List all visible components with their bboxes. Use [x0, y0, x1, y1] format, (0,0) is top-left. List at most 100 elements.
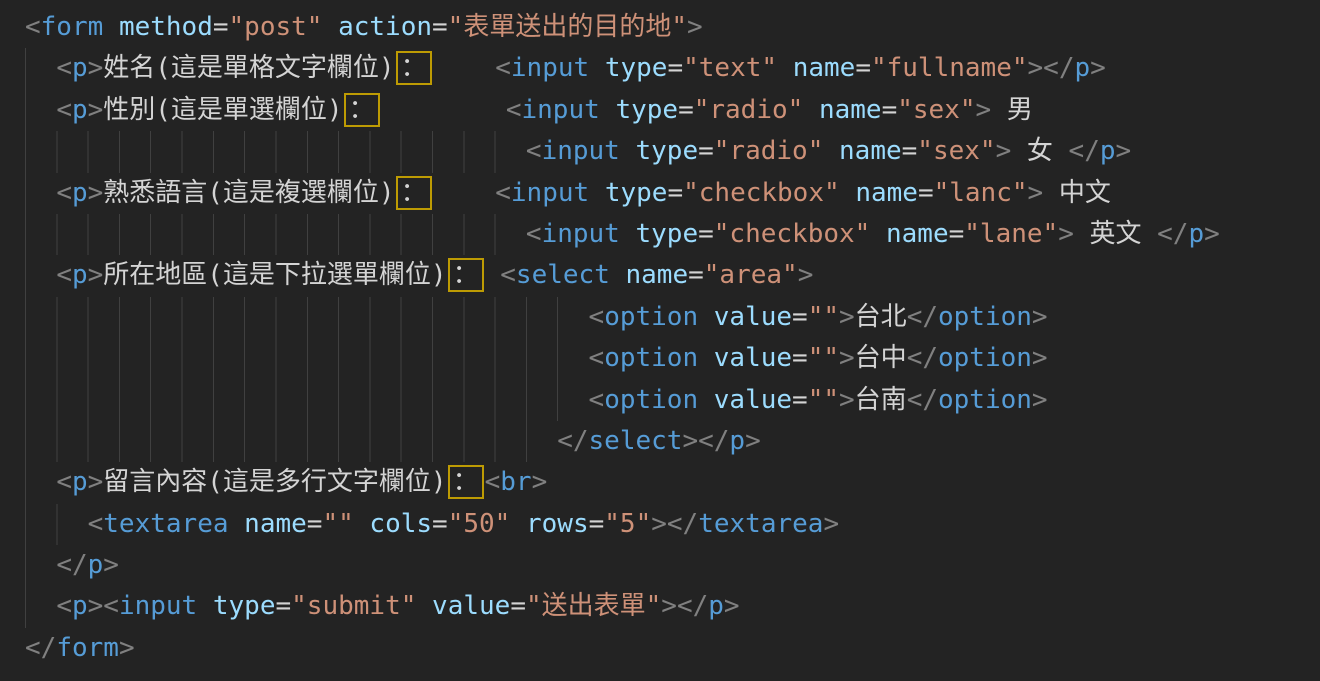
- code-line[interactable]: <p>姓名(這是單格文字欄位)： <input type="text" name…: [25, 48, 1320, 89]
- token-tag: input: [522, 95, 600, 125]
- token-punct: <: [56, 95, 72, 125]
- token-punct: </: [907, 385, 938, 415]
- code-line[interactable]: <p>留言內容(這是多行文字欄位)：<br>: [25, 462, 1320, 503]
- token-eq: =: [667, 53, 683, 83]
- code-line[interactable]: </select></p>: [25, 421, 1320, 462]
- token-punct: >: [88, 260, 104, 290]
- code-line[interactable]: <p>性別(這是單選欄位)： <input type="radio" name=…: [25, 90, 1320, 131]
- token-text: [381, 95, 506, 125]
- token-punct: >: [1032, 302, 1048, 332]
- unicode-highlight-box: ：: [396, 176, 432, 210]
- token-punct: </: [1157, 219, 1188, 249]
- token-punct: >: [1028, 53, 1044, 83]
- code-line[interactable]: <p>熟悉語言(這是複選欄位)： <input type="checkbox" …: [25, 173, 1320, 214]
- code-line-content: <p>所在地區(這是下拉選單欄位)： <select name="area">: [25, 260, 813, 290]
- token-tag: option: [938, 385, 1032, 415]
- token-text: 女: [1011, 136, 1068, 166]
- token-str: "sex": [917, 136, 995, 166]
- code-line[interactable]: <option value="">台中</option>: [25, 338, 1320, 379]
- token-text: [698, 385, 714, 415]
- token-punct: <: [526, 219, 542, 249]
- token-text: [777, 53, 793, 83]
- token-punct: >: [88, 53, 104, 83]
- token-text: 所在地區(這是下拉選單欄位): [103, 260, 446, 290]
- code-line[interactable]: <p><input type="submit" value="送出表單"></p…: [25, 586, 1320, 627]
- token-punct: >: [88, 178, 104, 208]
- token-text: [25, 95, 56, 125]
- unicode-highlight-box: ：: [396, 51, 432, 85]
- token-text: [803, 95, 819, 125]
- token-tag: p: [1188, 219, 1204, 249]
- token-tag: br: [500, 467, 531, 497]
- token-attr: type: [615, 95, 678, 125]
- token-attr: value: [714, 343, 792, 373]
- token-tag: p: [1074, 53, 1090, 83]
- token-punct: >: [839, 302, 855, 332]
- token-attr: type: [605, 53, 668, 83]
- token-tag: p: [88, 550, 104, 580]
- token-punct: >: [687, 12, 703, 42]
- token-text: [25, 550, 56, 580]
- token-punct: <: [589, 385, 605, 415]
- token-tag: p: [72, 260, 88, 290]
- token-eq: =: [698, 136, 714, 166]
- token-tag: p: [72, 591, 88, 621]
- token-str: "radio": [694, 95, 804, 125]
- token-text: [485, 260, 501, 290]
- code-editor-area[interactable]: <form method="post" action="表單送出的目的地"> <…: [0, 0, 1320, 681]
- token-text: [698, 343, 714, 373]
- token-text: [870, 219, 886, 249]
- token-punct: >: [976, 95, 992, 125]
- token-eq: =: [918, 178, 934, 208]
- token-text: 英文: [1074, 219, 1157, 249]
- code-line[interactable]: <input type="radio" name="sex"> 女 </p>: [25, 131, 1320, 172]
- token-eq: =: [667, 178, 683, 208]
- token-text: [322, 12, 338, 42]
- token-tag: p: [729, 426, 745, 456]
- token-attr: rows: [526, 509, 589, 539]
- token-str: "50": [448, 509, 511, 539]
- token-tag: textarea: [103, 509, 228, 539]
- token-eq: =: [678, 95, 694, 125]
- code-line[interactable]: <option value="">台北</option>: [25, 297, 1320, 338]
- code-line-content: <option value="">台中</option>: [25, 343, 1048, 373]
- token-text: [25, 53, 56, 83]
- token-tag: p: [72, 95, 88, 125]
- token-str: "text": [683, 53, 777, 83]
- token-punct: <: [25, 12, 41, 42]
- token-punct: >: [119, 633, 135, 663]
- token-punct: >: [1028, 178, 1044, 208]
- token-punct: >: [745, 426, 761, 456]
- token-str: "area": [704, 260, 798, 290]
- token-punct: <: [56, 178, 72, 208]
- token-punct: >: [1204, 219, 1220, 249]
- token-punct: <: [88, 509, 104, 539]
- token-punct: >: [996, 136, 1012, 166]
- code-line[interactable]: </p>: [25, 545, 1320, 586]
- token-tag: form: [56, 633, 119, 663]
- code-line[interactable]: <textarea name="" cols="50" rows="5"></t…: [25, 504, 1320, 545]
- token-punct: >: [839, 343, 855, 373]
- token-punct: >: [1058, 219, 1074, 249]
- token-attr: cols: [369, 509, 432, 539]
- code-line[interactable]: <form method="post" action="表單送出的目的地">: [25, 7, 1320, 48]
- code-line[interactable]: <input type="checkbox" name="lane"> 英文 <…: [25, 214, 1320, 255]
- token-punct: >: [1032, 343, 1048, 373]
- token-text: 中文: [1043, 178, 1111, 208]
- token-punct: <: [495, 178, 511, 208]
- token-attr: method: [119, 12, 213, 42]
- token-attr: name: [855, 178, 918, 208]
- token-text: [354, 509, 370, 539]
- token-text: 台南: [855, 385, 907, 415]
- token-punct: <: [500, 260, 516, 290]
- token-eq: =: [792, 343, 808, 373]
- token-punct: >: [88, 591, 104, 621]
- token-eq: =: [698, 219, 714, 249]
- code-line[interactable]: <option value="">台南</option>: [25, 380, 1320, 421]
- code-line[interactable]: </form>: [25, 628, 1320, 669]
- token-punct: >: [724, 591, 740, 621]
- token-str: "": [322, 509, 353, 539]
- token-text: [610, 260, 626, 290]
- token-text: [600, 95, 616, 125]
- code-line[interactable]: <p>所在地區(這是下拉選單欄位)： <select name="area">: [25, 255, 1320, 296]
